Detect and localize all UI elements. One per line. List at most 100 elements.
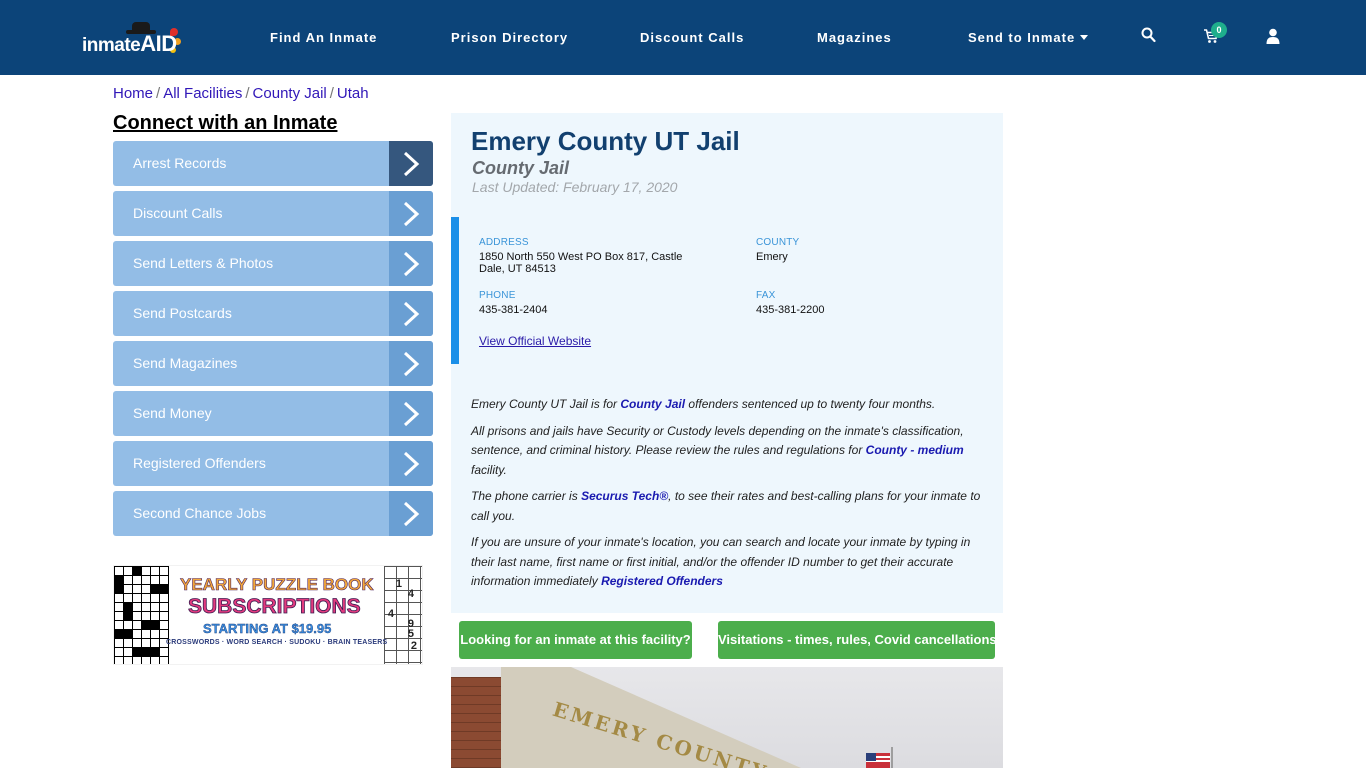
user-icon[interactable] bbox=[1266, 28, 1280, 49]
registered-offenders-link[interactable]: Registered Offenders bbox=[601, 574, 723, 588]
sidebar-item-send-postcards[interactable]: Send Postcards bbox=[113, 291, 433, 336]
description-paragraph: Emery County UT Jail is for County Jail … bbox=[471, 395, 991, 415]
sudoku-digit: 5 bbox=[407, 628, 414, 640]
sidebar-item-label: Send Magazines bbox=[133, 355, 238, 371]
sidebar-title: Connect with an Inmate bbox=[113, 112, 338, 134]
nav-send-to-inmate-label: Send to Inmate bbox=[968, 30, 1076, 45]
logo-accent: AID bbox=[140, 31, 177, 56]
sidebar-item-label: Registered Offenders bbox=[133, 455, 266, 471]
view-official-website-link[interactable]: View Official Website bbox=[479, 334, 591, 348]
nav-magazines[interactable]: Magazines bbox=[817, 30, 892, 45]
phone-value[interactable]: 435-381-2404 bbox=[479, 304, 548, 316]
crossword-block bbox=[132, 647, 159, 656]
description-paragraph: The phone carrier is Securus Tech®, to s… bbox=[471, 487, 991, 526]
facility-card: Emery County UT Jail County Jail Last Up… bbox=[451, 113, 1003, 613]
county-medium-link[interactable]: County - medium bbox=[866, 443, 964, 457]
crossword-block bbox=[114, 629, 132, 638]
chevron-right-icon bbox=[389, 191, 433, 236]
nav-discount-calls[interactable]: Discount Calls bbox=[640, 30, 744, 45]
last-updated: Last Updated: February 17, 2020 bbox=[472, 179, 678, 195]
ad-subheadline: SUBSCRIPTIONS bbox=[188, 595, 361, 619]
sidebar-item-label: Discount Calls bbox=[133, 205, 223, 221]
cart-count-badge: 0 bbox=[1211, 22, 1227, 38]
address-label: ADDRESS bbox=[479, 237, 529, 248]
breadcrumb-separator: / bbox=[156, 85, 161, 102]
concrete-sign-graphic bbox=[501, 667, 801, 768]
sidebar-item-label: Send Letters & Photos bbox=[133, 255, 274, 271]
breadcrumb: Home / All Facilities / County Jail / Utah bbox=[113, 85, 369, 102]
description-paragraph: If you are unsure of your inmate's locat… bbox=[471, 533, 991, 592]
fax-label: FAX bbox=[756, 290, 776, 301]
address-line-1: 1850 North 550 West PO Box 817, Castle bbox=[479, 251, 683, 263]
fax-value: 435-381-2200 bbox=[756, 304, 825, 316]
county-label: COUNTY bbox=[756, 237, 800, 248]
sidebar-item-send-letters-photos[interactable]: Send Letters & Photos bbox=[113, 241, 433, 286]
sidebar-item-label: Arrest Records bbox=[133, 155, 227, 171]
breadcrumb-county-jail[interactable]: County Jail bbox=[253, 85, 327, 102]
looking-for-inmate-button[interactable]: Looking for an inmate at this facility? bbox=[459, 621, 692, 659]
sidebar-item-label: Send Money bbox=[133, 405, 212, 421]
crossword-block bbox=[141, 620, 159, 629]
sudoku-digit: 4 bbox=[407, 588, 414, 600]
phone-label: PHONE bbox=[479, 290, 516, 301]
chevron-right-icon bbox=[389, 391, 433, 436]
sudoku-digit: 2 bbox=[410, 640, 417, 652]
chevron-right-icon bbox=[389, 341, 433, 386]
ad-headline: YEARLY PUZZLE BOOK bbox=[180, 575, 374, 595]
sudoku-digit: 1 bbox=[395, 578, 402, 590]
nav-send-to-inmate[interactable]: Send to Inmate bbox=[968, 30, 1089, 45]
american-flag-icon bbox=[864, 747, 894, 773]
logo-word: inmate bbox=[82, 35, 141, 56]
sidebar-item-arrest-records[interactable]: Arrest Records bbox=[113, 141, 433, 186]
breadcrumb-all-facilities[interactable]: All Facilities bbox=[163, 85, 242, 102]
logo-text: inmateAID bbox=[82, 31, 177, 57]
securus-tech-link[interactable]: Securus Tech® bbox=[581, 489, 668, 503]
description-paragraph: All prisons and jails have Security or C… bbox=[471, 422, 991, 481]
county-value: Emery bbox=[756, 251, 788, 263]
facility-photo: EMERY COUNTY bbox=[451, 667, 1003, 768]
sidebar-menu: Arrest Records Discount Calls Send Lette… bbox=[113, 141, 433, 541]
sidebar-item-send-magazines[interactable]: Send Magazines bbox=[113, 341, 433, 386]
inmateaid-logo[interactable]: inmateAID bbox=[82, 22, 182, 56]
crossword-block bbox=[150, 584, 168, 593]
breadcrumb-separator: / bbox=[329, 85, 334, 102]
sidebar-item-second-chance-jobs[interactable]: Second Chance Jobs bbox=[113, 491, 433, 536]
crossword-block bbox=[132, 566, 141, 575]
sidebar-item-send-money[interactable]: Send Money bbox=[113, 391, 433, 436]
search-icon[interactable] bbox=[1141, 27, 1156, 48]
nav-prison-directory[interactable]: Prison Directory bbox=[451, 30, 568, 45]
breadcrumb-utah[interactable]: Utah bbox=[337, 85, 369, 102]
chevron-right-icon bbox=[389, 441, 433, 486]
sidebar-item-discount-calls[interactable]: Discount Calls bbox=[113, 191, 433, 236]
top-navbar: inmateAID Find An Inmate Prison Director… bbox=[0, 0, 1366, 75]
facility-type: County Jail bbox=[472, 158, 570, 178]
address-line-2: Dale, UT 84513 bbox=[479, 263, 556, 275]
facility-description: Emery County UT Jail is for County Jail … bbox=[471, 395, 991, 599]
ad-tagline: CROSSWORDS · WORD SEARCH · SUDOKU · BRAI… bbox=[166, 639, 388, 646]
puzzle-book-ad-banner[interactable]: 1 4 4 9 5 2 YEARLY PUZZLE BOOK SUBSCRIPT… bbox=[113, 565, 423, 665]
county-jail-link[interactable]: County Jail bbox=[620, 397, 685, 411]
description-text: The phone carrier is bbox=[471, 489, 582, 503]
chevron-right-icon bbox=[389, 491, 433, 536]
breadcrumb-separator: / bbox=[245, 85, 250, 102]
visitations-button[interactable]: Visitations - times, rules, Covid cancel… bbox=[718, 621, 997, 659]
chevron-right-icon bbox=[389, 241, 433, 286]
description-text: facility. bbox=[471, 462, 507, 477]
sidebar-item-label: Send Postcards bbox=[133, 305, 232, 321]
description-text: Emery County UT Jail is for bbox=[471, 397, 621, 411]
facility-name: Emery County UT Jail bbox=[471, 126, 740, 156]
description-text: offenders sentenced up to twenty four mo… bbox=[685, 397, 936, 411]
sidebar-item-label: Second Chance Jobs bbox=[133, 505, 267, 521]
brick-wall-graphic bbox=[451, 677, 503, 768]
breadcrumb-home[interactable]: Home bbox=[113, 85, 153, 102]
ad-price: STARTING AT $19.95 bbox=[203, 621, 332, 636]
facility-info-box: ADDRESS 1850 North 550 West PO Box 817, … bbox=[451, 217, 1003, 364]
caret-down-icon bbox=[1080, 35, 1089, 40]
chevron-right-icon bbox=[389, 141, 433, 186]
nav-find-an-inmate[interactable]: Find An Inmate bbox=[270, 30, 377, 45]
crossword-block bbox=[114, 575, 123, 593]
chevron-right-icon bbox=[389, 291, 433, 336]
sudoku-digit: 4 bbox=[387, 608, 394, 620]
sidebar-item-registered-offenders[interactable]: Registered Offenders bbox=[113, 441, 433, 486]
crossword-block bbox=[123, 602, 132, 620]
